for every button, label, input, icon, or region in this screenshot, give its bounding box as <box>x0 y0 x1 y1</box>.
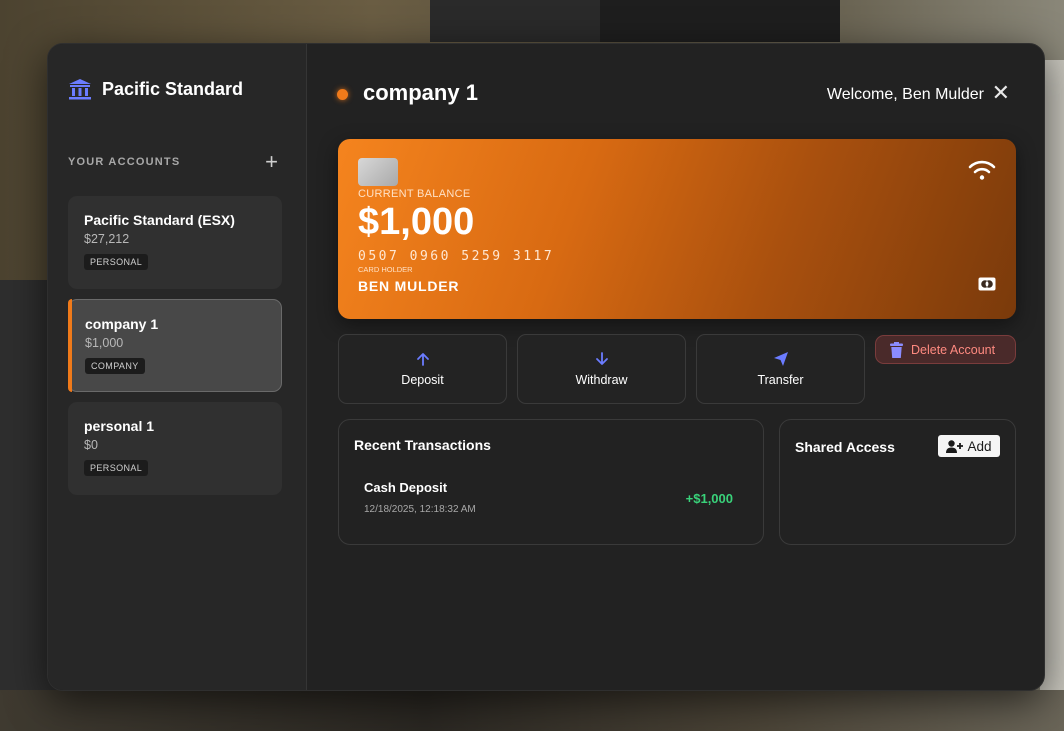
bank-window: Pacific Standard YOUR ACCOUNTS + Pacific… <box>47 43 1045 691</box>
paper-plane-icon <box>773 352 788 366</box>
sidebar: Pacific Standard YOUR ACCOUNTS + Pacific… <box>48 44 307 690</box>
card-number: 0507 0960 5259 3117 <box>358 249 555 264</box>
card-chip-icon <box>358 158 398 186</box>
trash-icon <box>890 341 903 358</box>
transaction-date: 12/18/2025, 12:18:32 AM <box>364 504 476 515</box>
account-balance: $1,000 <box>85 336 124 350</box>
recent-transactions-panel: Recent Transactions Cash Deposit 12/18/2… <box>338 419 764 545</box>
status-dot <box>337 89 348 100</box>
close-icon[interactable]: ✕ <box>992 80 1010 106</box>
delete-account-label: Delete Account <box>911 342 996 357</box>
account-name: personal 1 <box>84 418 155 434</box>
balance-label: CURRENT BALANCE <box>358 188 471 200</box>
deposit-button[interactable]: Deposit <box>338 334 507 404</box>
add-user-icon <box>946 439 964 453</box>
delete-account-button[interactable]: Delete Account <box>875 335 1016 364</box>
card-holder-name: BEN MULDER <box>358 278 460 294</box>
card-brand-icon <box>978 277 996 291</box>
recent-transactions-title: Recent Transactions <box>354 437 491 453</box>
bank-card: CURRENT BALANCE $1,000 0507 0960 5259 31… <box>338 139 1016 319</box>
account-type-badge: COMPANY <box>85 358 145 374</box>
add-account-button[interactable]: + <box>265 151 278 173</box>
account-card-pacific-standard[interactable]: Pacific Standard (ESX) $27,212 PERSONAL <box>68 196 282 289</box>
welcome-text: Welcome, Ben Mulder <box>826 86 984 103</box>
account-type-badge: PERSONAL <box>84 460 149 476</box>
transaction-name: Cash Deposit <box>364 480 448 495</box>
accounts-header: YOUR ACCOUNTS + <box>68 151 278 173</box>
add-shared-user-label: Add <box>967 438 992 454</box>
shared-access-panel: Shared Access Add <box>779 419 1016 545</box>
deposit-label: Deposit <box>401 373 444 387</box>
account-name: Pacific Standard (ESX) <box>84 212 235 228</box>
card-holder-label: CARD HOLDER <box>358 265 413 274</box>
bank-icon <box>69 79 91 100</box>
shared-access-title: Shared Access <box>795 439 895 455</box>
account-balance: $0 <box>84 438 98 452</box>
account-balance: $27,212 <box>84 232 130 246</box>
add-shared-user-button[interactable]: Add <box>938 435 1000 457</box>
transaction-amount: +$1,000 <box>685 491 733 506</box>
arrow-up-icon <box>416 353 429 366</box>
transfer-button[interactable]: Transfer <box>696 334 865 404</box>
main-panel: company 1 Welcome, Ben Mulder ✕ CURRENT … <box>308 44 1044 690</box>
arrow-down-icon <box>595 352 608 365</box>
account-card-company-1[interactable]: company 1 $1,000 COMPANY <box>68 299 282 392</box>
account-type-badge: PERSONAL <box>84 254 149 270</box>
brand: Pacific Standard <box>68 77 243 101</box>
account-name: company 1 <box>85 316 159 332</box>
balance-value: $1,000 <box>358 201 475 243</box>
accounts-header-label: YOUR ACCOUNTS <box>68 156 181 168</box>
withdraw-label: Withdraw <box>575 373 628 387</box>
account-card-personal-1[interactable]: personal 1 $0 PERSONAL <box>68 402 282 495</box>
contactless-icon <box>968 160 996 180</box>
brand-name: Pacific Standard <box>102 78 244 99</box>
transfer-label: Transfer <box>757 373 804 387</box>
withdraw-button[interactable]: Withdraw <box>517 334 686 404</box>
account-title: company 1 <box>363 80 478 105</box>
